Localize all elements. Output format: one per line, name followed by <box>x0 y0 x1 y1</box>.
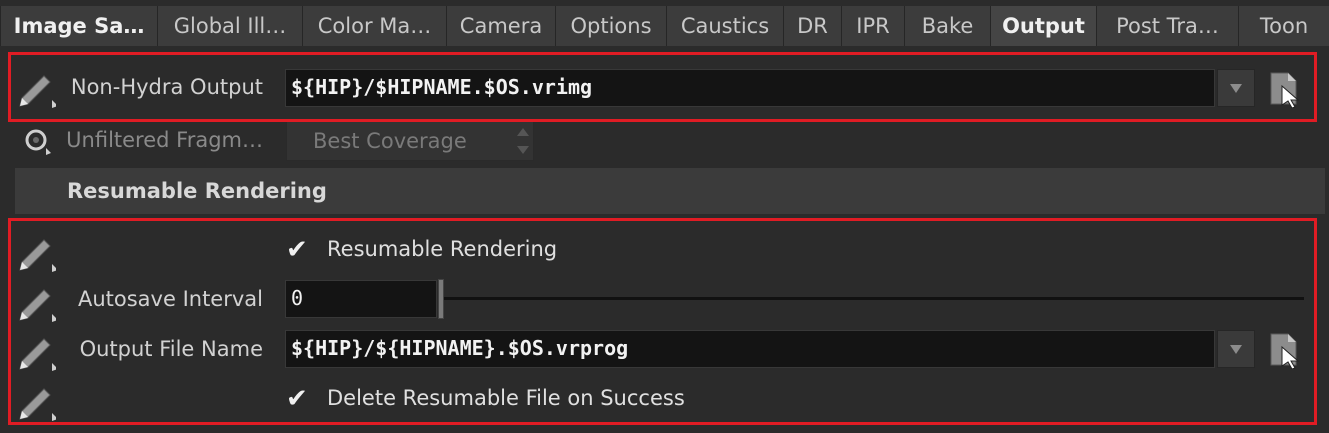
resumable-rendering-section-header[interactable]: Resumable Rendering <box>15 168 1325 214</box>
tab-bake[interactable]: Bake <box>904 6 990 46</box>
unfiltered-fragments-select[interactable]: Best Coverage <box>286 121 534 161</box>
tab-dr[interactable]: DR <box>783 6 841 46</box>
autosave-interval-label: Autosave Interval <box>77 287 263 311</box>
file-chooser-icon[interactable] <box>1268 331 1302 369</box>
autosave-interval-slider-track[interactable] <box>440 297 1304 300</box>
non-hydra-output-field[interactable]: ${HIP}/$HIPNAME.$OS.vrimg <box>285 69 1215 107</box>
tab-toon[interactable]: Toon <box>1238 6 1329 46</box>
resumable-rendering-checkbox-label[interactable]: Resumable Rendering <box>327 237 557 261</box>
unfiltered-fragments-value: Best Coverage <box>313 129 467 153</box>
autosave-interval-field[interactable]: 0 <box>285 280 437 318</box>
tab-bar: Image Sa… Global Ill… Color Ma… Camera O… <box>0 0 1329 46</box>
autosave-interval-slider-handle[interactable] <box>438 279 444 319</box>
tab-color-mapping[interactable]: Color Ma… <box>302 6 446 46</box>
spin-up-icon <box>517 128 529 136</box>
chevron-down-icon <box>1230 84 1242 93</box>
tab-global-illumination[interactable]: Global Ill… <box>157 6 302 46</box>
pencil-icon[interactable] <box>16 232 56 272</box>
non-hydra-output-dropdown[interactable] <box>1217 69 1255 107</box>
output-file-name-dropdown[interactable] <box>1217 330 1255 368</box>
pencil-icon[interactable] <box>16 68 56 108</box>
file-chooser-icon[interactable] <box>1268 70 1302 108</box>
tab-image-sampler[interactable]: Image Sa… <box>0 6 157 46</box>
chevron-down-icon <box>1230 345 1242 354</box>
tab-post-translate[interactable]: Post Tra… <box>1096 6 1238 46</box>
pencil-icon[interactable] <box>16 331 56 371</box>
resumable-rendering-checkbox[interactable]: ✔ <box>286 235 308 265</box>
output-file-name-field[interactable]: ${HIP}/${HIPNAME}.$OS.vrprog <box>285 330 1215 368</box>
section-title: Resumable Rendering <box>67 179 327 203</box>
pencil-icon[interactable] <box>16 282 56 322</box>
spin-down-icon <box>517 146 529 154</box>
unfiltered-fragments-label: Unfiltered Fragm… <box>66 128 263 152</box>
pencil-icon[interactable] <box>16 381 56 421</box>
tab-caustics[interactable]: Caustics <box>666 6 783 46</box>
tab-output[interactable]: Output <box>990 6 1096 46</box>
tab-options[interactable]: Options <box>555 6 666 46</box>
tab-camera[interactable]: Camera <box>446 6 555 46</box>
delete-resumable-file-checkbox-label[interactable]: Delete Resumable File on Success <box>327 386 685 410</box>
non-hydra-output-label: Non-Hydra Output <box>70 75 263 99</box>
radio-icon[interactable] <box>24 128 52 156</box>
delete-resumable-file-checkbox[interactable]: ✔ <box>286 384 308 414</box>
output-file-name-label: Output File Name <box>79 337 263 361</box>
tab-ipr[interactable]: IPR <box>841 6 904 46</box>
